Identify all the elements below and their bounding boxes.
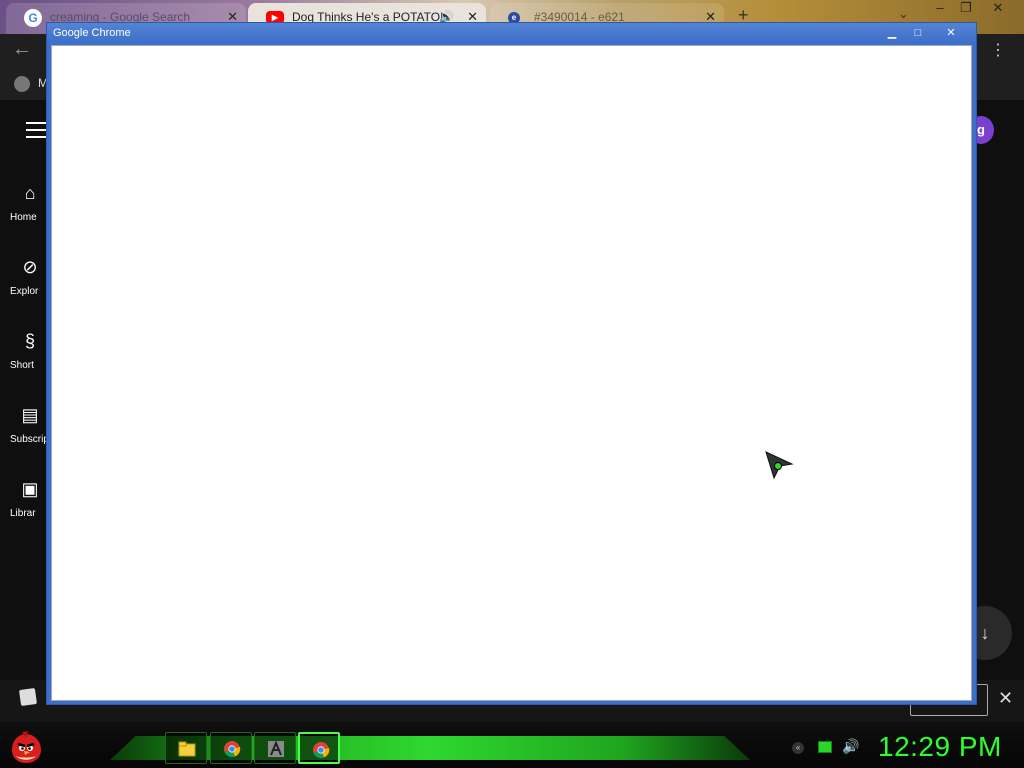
library-icon: ▣ [21, 479, 39, 499]
arrow-down-icon: ↓ [980, 623, 990, 643]
taskbar-app[interactable] [254, 732, 296, 764]
kebab-menu-icon[interactable]: ⋮ [990, 40, 1006, 60]
taskbar-chrome-2[interactable] [298, 732, 340, 764]
title-bar[interactable]: Google Chrome ▁ □ ✕ [47, 23, 976, 44]
angry-bird-start-icon[interactable] [8, 730, 44, 766]
taskbar-file-manager[interactable] [165, 732, 207, 764]
chrome-icon [313, 742, 330, 759]
minimize-icon[interactable]: ▁ [881, 25, 903, 41]
mouse-cursor-icon [765, 451, 794, 480]
subscriptions-icon: ▤ [21, 405, 39, 425]
window-title: Google Chrome [53, 27, 131, 39]
app-icon [268, 740, 284, 757]
taskbar-chrome-1[interactable] [210, 732, 252, 764]
network-icon[interactable] [818, 741, 832, 753]
restore-icon[interactable]: ❐ [952, 0, 980, 18]
taskbar: « 🔊 12:29 PM [0, 728, 1024, 768]
hamburger-menu-icon[interactable] [26, 122, 46, 138]
file-manager-icon [178, 741, 196, 757]
home-icon: ⌂ [24, 183, 36, 203]
explore-icon: ⊘ [22, 257, 38, 277]
chrome-window: Google Chrome ▁ □ ✕ [46, 22, 977, 705]
taskbar-clock[interactable]: 12:29 PM [878, 731, 1002, 763]
tray-expand-icon[interactable]: « [792, 742, 804, 754]
minimize-icon[interactable]: – [926, 0, 954, 18]
close-icon[interactable]: ✕ [998, 688, 1013, 709]
close-icon[interactable]: ✕ [940, 25, 962, 41]
volume-icon[interactable]: 🔊 [842, 738, 859, 755]
google-icon: G [24, 9, 42, 27]
maximize-icon[interactable]: □ [907, 25, 929, 41]
window-content-blank[interactable] [51, 45, 972, 701]
globe-icon [14, 76, 30, 92]
file-icon [18, 687, 38, 707]
shorts-icon: § [24, 331, 35, 351]
back-arrow-icon[interactable]: ← [12, 38, 32, 61]
close-icon[interactable]: ✕ [984, 0, 1012, 18]
chevron-down-icon[interactable]: ⌄ [898, 6, 909, 22]
chrome-icon [224, 741, 241, 758]
